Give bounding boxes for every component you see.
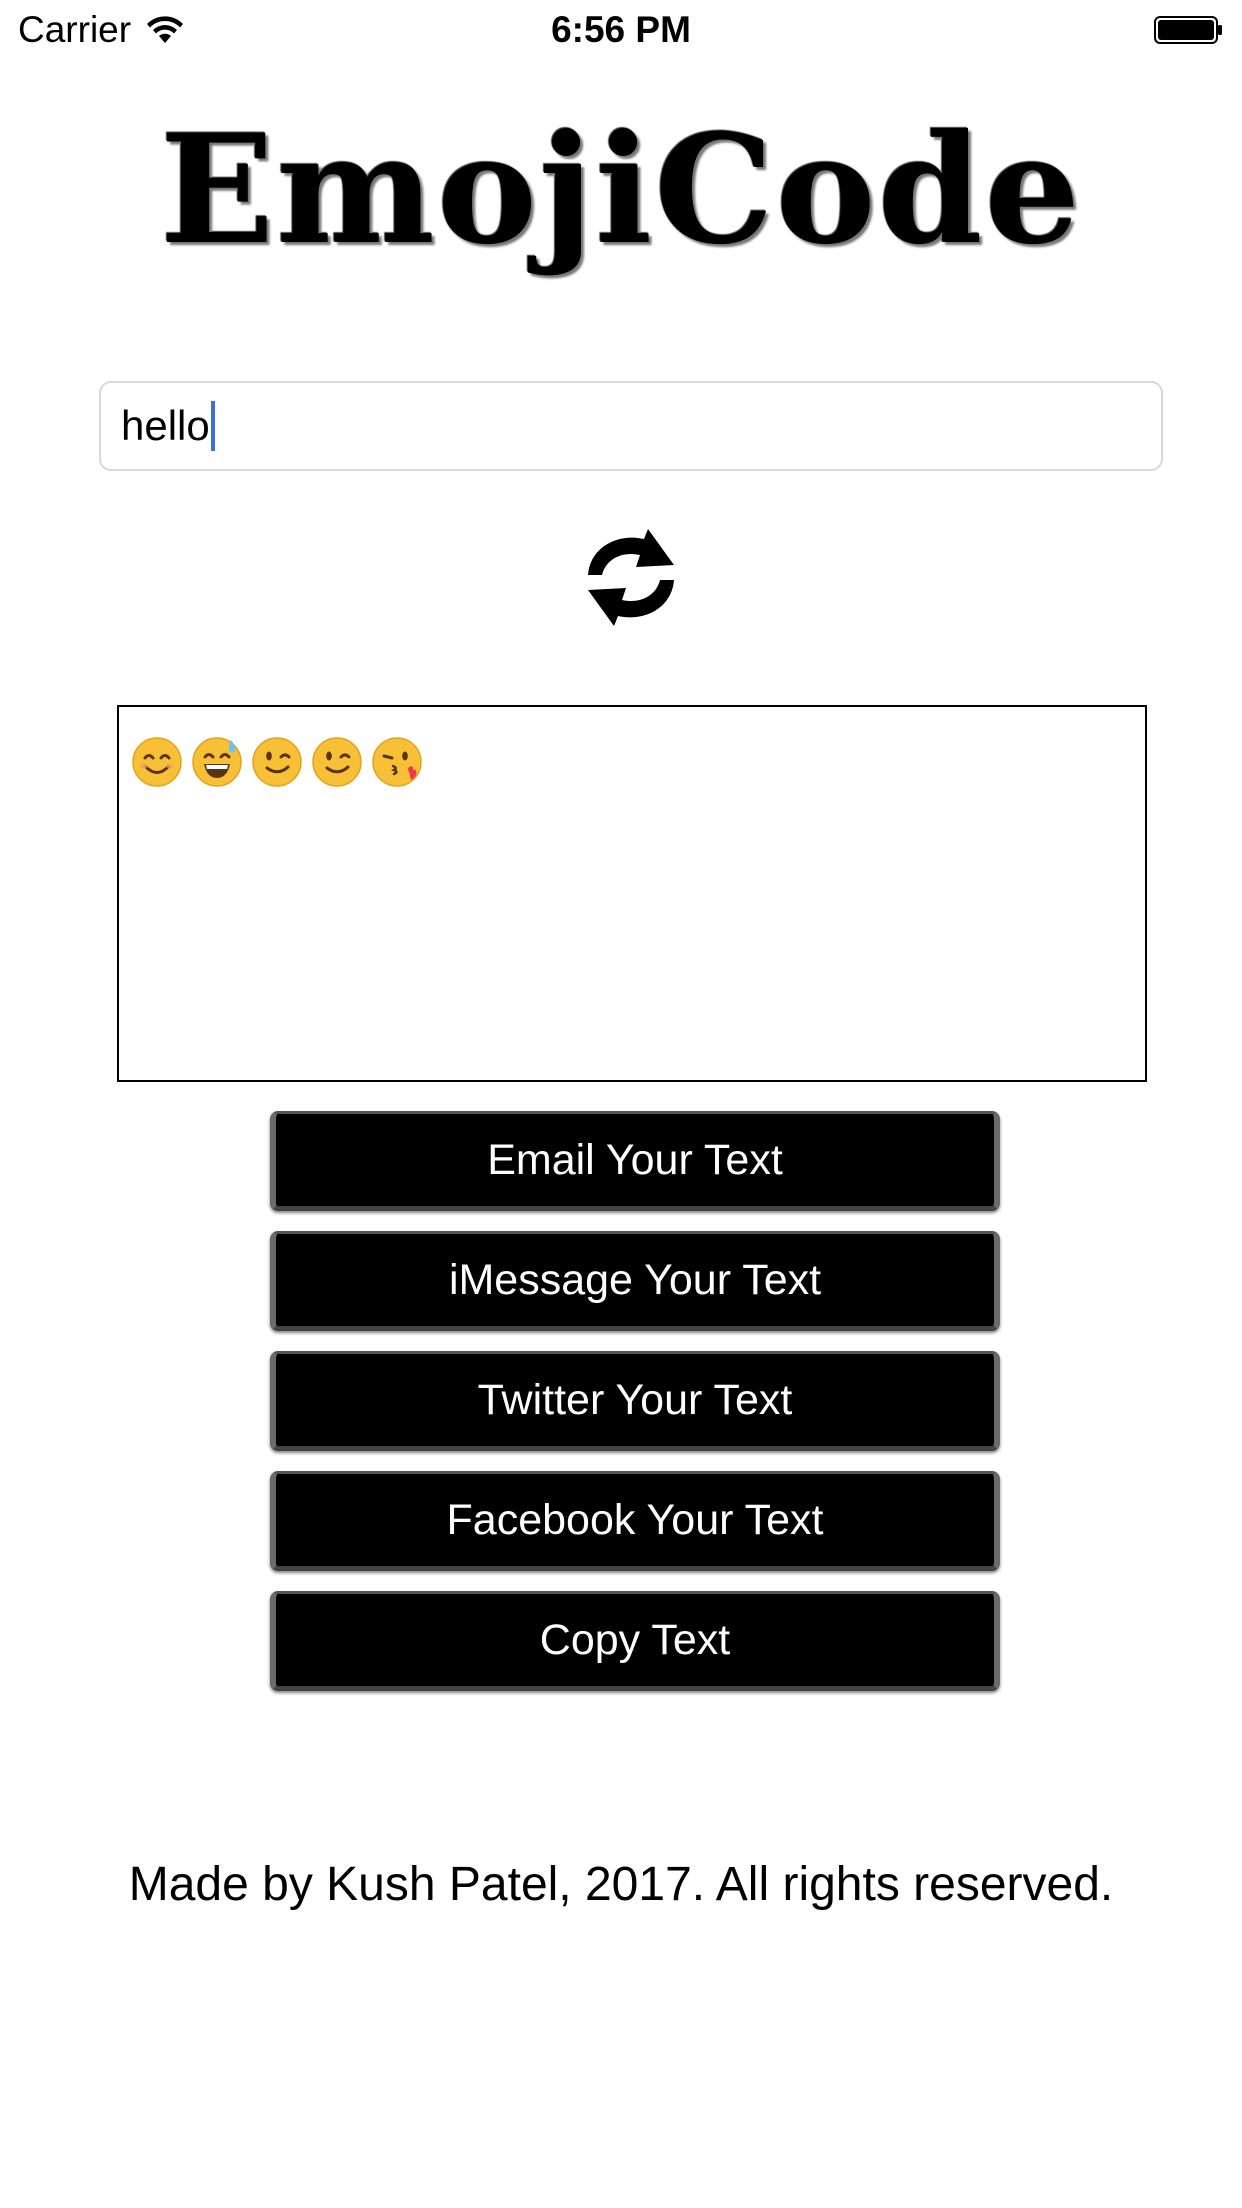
copy-text-button[interactable]: Copy Text xyxy=(270,1591,1000,1691)
status-time: 6:56 PM xyxy=(551,9,691,50)
face-blowing-kiss-icon xyxy=(372,737,422,787)
winking-face-icon xyxy=(252,737,302,787)
copyright-footer: Made by Kush Patel, 2017. All rights res… xyxy=(128,1858,1114,1911)
status-bar: Carrier 6:56 PM xyxy=(0,0,1242,60)
smiling-face-icon xyxy=(132,737,182,787)
text-input[interactable]: hello xyxy=(99,381,1163,471)
emoji-output-box[interactable] xyxy=(117,705,1147,1082)
winking-face-icon xyxy=(312,737,362,787)
email-text-button[interactable]: Email Your Text xyxy=(270,1111,1000,1211)
text-caret xyxy=(210,401,215,451)
twitter-text-button[interactable]: Twitter Your Text xyxy=(270,1351,1000,1451)
input-value: hello xyxy=(121,402,210,449)
app-logo: EmojiCode xyxy=(159,102,1083,278)
battery-full-icon xyxy=(1154,16,1222,44)
refresh-arrows-icon[interactable] xyxy=(566,525,696,630)
screen: Carrier 6:56 PM EmojiCode hello Email Yo… xyxy=(0,0,1242,2208)
facebook-text-button[interactable]: Facebook Your Text xyxy=(270,1471,1000,1571)
grinning-sweat-face-icon xyxy=(192,737,242,787)
imessage-text-button[interactable]: iMessage Your Text xyxy=(270,1231,1000,1331)
